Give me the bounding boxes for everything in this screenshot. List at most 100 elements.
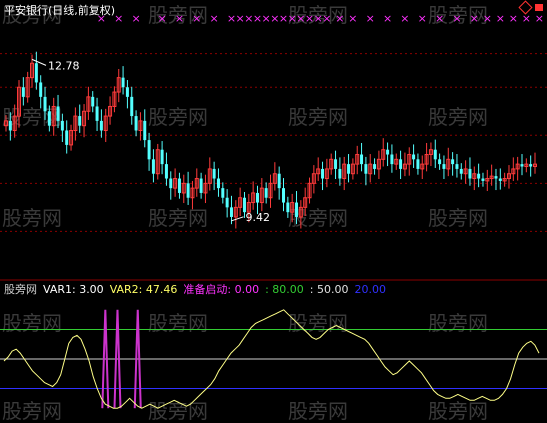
watermark-text: 股旁网 bbox=[428, 206, 488, 230]
candle-body-down bbox=[125, 87, 129, 97]
low-marker-label: 9.42 bbox=[245, 211, 270, 224]
legend-entry: : 50.00 bbox=[310, 283, 349, 296]
candle-body-down bbox=[34, 63, 38, 83]
signal-marker: × bbox=[535, 12, 544, 25]
price-grid bbox=[0, 53, 547, 232]
legend-entry: 股旁网 bbox=[4, 282, 37, 296]
candle-body-down bbox=[373, 164, 377, 169]
signal-marker: × bbox=[509, 12, 518, 25]
candle-body-down bbox=[21, 87, 25, 97]
candle-body-down bbox=[468, 168, 472, 179]
candle-body-down bbox=[186, 183, 190, 198]
indicator-legend: 股旁网 VAR1: 3.00 VAR2: 47.46 准备启动: 0.00: 80.0… bbox=[4, 282, 386, 296]
candle-body-down bbox=[43, 96, 47, 112]
candle-body-down bbox=[147, 140, 151, 160]
signal-marker: × bbox=[192, 12, 201, 25]
candle-body-down bbox=[295, 202, 299, 217]
candle-body-down bbox=[177, 178, 181, 193]
candle-body-down bbox=[433, 149, 437, 160]
signal-marker: × bbox=[157, 12, 166, 25]
candle-body-down bbox=[286, 202, 290, 213]
candle-body-down bbox=[199, 178, 203, 193]
candle-body-down bbox=[520, 164, 524, 167]
watermark-text: 股旁网 bbox=[288, 105, 348, 129]
candle-body-down bbox=[477, 173, 481, 179]
candle-body-down bbox=[121, 77, 125, 88]
watermark-text: 股旁网 bbox=[148, 105, 208, 129]
menu-icon[interactable] bbox=[535, 4, 543, 11]
candle-body-down bbox=[529, 164, 533, 167]
candle-body-down bbox=[8, 120, 12, 131]
indicator-reference-lines bbox=[0, 329, 547, 389]
candle-body-down bbox=[229, 207, 233, 217]
candle-body-down bbox=[160, 149, 164, 165]
signal-marker: × bbox=[366, 12, 375, 25]
candle-body-down bbox=[399, 159, 403, 169]
candle-body-down bbox=[78, 116, 82, 126]
candle-body-down bbox=[130, 96, 134, 117]
candle-body-down bbox=[264, 188, 268, 198]
signal-marker: × bbox=[322, 12, 331, 25]
watermark-text: 股旁网 bbox=[148, 206, 208, 230]
watermark-text: 股旁网 bbox=[148, 311, 208, 335]
candle-body-down bbox=[416, 159, 420, 169]
watermark-text: 股旁网 bbox=[428, 311, 488, 335]
candle-body-down bbox=[60, 120, 64, 131]
signal-marker: × bbox=[418, 12, 427, 25]
signal-marker: × bbox=[400, 12, 409, 25]
candle-body-down bbox=[360, 154, 364, 165]
candle-body-down bbox=[412, 154, 416, 160]
candle-body-down bbox=[216, 178, 220, 189]
candle-body-down bbox=[65, 130, 69, 145]
chart-window: 股旁网 股旁网 股旁网 股旁网 股旁网 股旁网 股旁网 股旁网 股旁网 股旁网 股旁网 股旁网 股旁网股… bbox=[0, 0, 547, 423]
high-marker-line bbox=[31, 58, 47, 66]
candle-body-down bbox=[334, 159, 338, 169]
chart-title: 平安银行(日线,前复权) bbox=[4, 3, 115, 17]
candle-body-down bbox=[91, 96, 95, 107]
signal-marker: × bbox=[335, 12, 344, 25]
legend-entry: 准备启动: 0.00 bbox=[183, 282, 259, 296]
candle-body-down bbox=[364, 164, 368, 174]
signal-marker: × bbox=[470, 12, 479, 25]
watermark-text: 股旁网 bbox=[428, 399, 488, 423]
signal-marker: × bbox=[496, 12, 505, 25]
watermark-text: 股旁网 bbox=[288, 399, 348, 423]
candle-body-down bbox=[390, 154, 394, 165]
candle-body-down bbox=[321, 168, 325, 179]
candle-body-down bbox=[95, 106, 99, 121]
watermark-text: 股旁网 bbox=[2, 206, 62, 230]
candlestick-series bbox=[4, 51, 537, 229]
candle-body-down bbox=[494, 176, 498, 179]
candle-body-down bbox=[255, 192, 259, 203]
candle-body-down bbox=[225, 197, 229, 208]
signal-marker: × bbox=[210, 12, 219, 25]
candle-body-down bbox=[151, 159, 155, 174]
legend-entry: : 80.00 bbox=[265, 283, 304, 296]
signal-marker: × bbox=[435, 12, 444, 25]
watermark-text: 股旁网 bbox=[428, 105, 488, 129]
candle-body-down bbox=[221, 188, 225, 198]
candle-body-down bbox=[164, 164, 168, 179]
candle-body-down bbox=[39, 82, 43, 97]
candle-body-down bbox=[347, 164, 351, 174]
candle-body-down bbox=[143, 120, 147, 141]
signal-marker: × bbox=[175, 12, 184, 25]
signal-marker: × bbox=[348, 12, 357, 25]
signal-marker: × bbox=[483, 12, 492, 25]
candle-body-down bbox=[212, 168, 216, 179]
watermark-text: 股旁网 bbox=[2, 399, 62, 423]
candle-body-down bbox=[282, 188, 286, 203]
candle-body-down bbox=[451, 159, 455, 165]
candle-body-down bbox=[386, 149, 390, 155]
legend-entry: 20.00 bbox=[354, 283, 386, 296]
signal-marker: × bbox=[131, 12, 140, 25]
candle-body-down bbox=[47, 111, 51, 126]
candle-body-down bbox=[438, 159, 442, 165]
candle-body-down bbox=[498, 178, 502, 181]
candle-body-down bbox=[277, 173, 281, 189]
candle-body-down bbox=[459, 168, 463, 174]
signal-marker: × bbox=[452, 12, 461, 25]
candle-body-down bbox=[99, 120, 103, 131]
stock-chart-svg: 股旁网 股旁网 股旁网 股旁网股旁网 股旁网 股旁网 股旁网股旁网 股旁网 股旁网 股旁网股旁网股… bbox=[0, 0, 547, 423]
candle-body-down bbox=[455, 164, 459, 169]
